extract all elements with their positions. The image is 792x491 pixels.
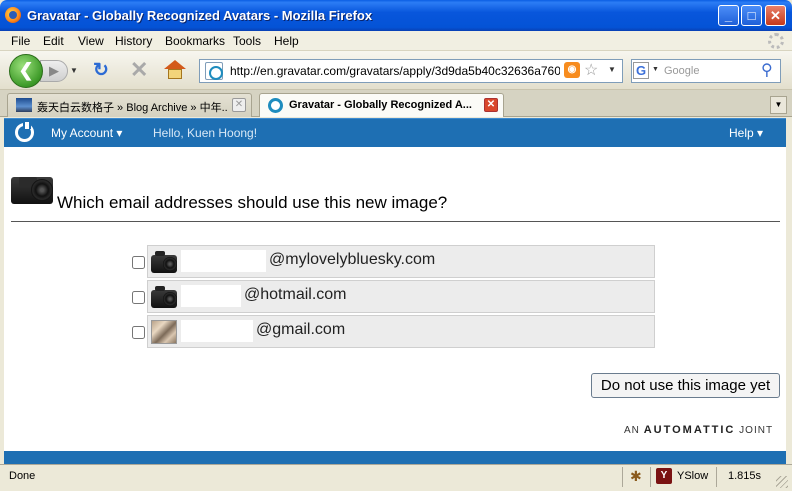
yslow-icon[interactable]: Y [656, 468, 672, 484]
minimize-button[interactable]: _ [718, 5, 739, 26]
throbber-icon [768, 33, 784, 49]
email-address: @mylovelybluesky.com [269, 251, 436, 268]
gravatar-favicon-icon [268, 98, 283, 113]
greeting-text: Hello, Kuen Hoong! [153, 126, 258, 140]
google-icon[interactable]: G [633, 62, 649, 79]
search-engine-dropdown-icon[interactable]: ▼ [652, 66, 659, 73]
tab-list-dropdown-icon[interactable]: ▼ [770, 96, 787, 114]
menu-file[interactable]: File [11, 34, 30, 48]
status-divider [622, 467, 623, 487]
gravatar-footer-bar [4, 451, 786, 464]
window-title-bar[interactable]: Gravatar - Globally Recognized Avatars -… [0, 0, 792, 31]
email-address: @gmail.com [256, 321, 346, 338]
url-input[interactable]: http://en.gravatar.com/gravatars/apply/3… [230, 64, 560, 78]
email-checkbox[interactable] [132, 291, 145, 304]
tab-label: 轰天白云数格子 » Blog Archive » 中年... [37, 102, 227, 114]
status-divider [650, 467, 651, 487]
photo-avatar-icon [151, 320, 177, 344]
heading-divider [11, 221, 780, 222]
resize-grip-icon[interactable] [776, 476, 788, 488]
magnifier-icon[interactable]: ⚲ [761, 60, 773, 80]
stop-icon[interactable]: ✕ [130, 57, 148, 83]
camera-avatar-icon [151, 250, 177, 274]
redacted-username [181, 285, 241, 307]
tab-close-icon[interactable]: ✕ [484, 98, 498, 112]
email-checkbox[interactable] [132, 326, 145, 339]
help-menu[interactable]: Help ▾ [729, 126, 763, 140]
home-icon[interactable] [164, 60, 186, 80]
menu-edit[interactable]: Edit [43, 34, 64, 48]
tab-label: Gravatar - Globally Recognized A... [289, 99, 472, 111]
automattic-footer-logo[interactable]: AN AUTOMATTIC JOINT [624, 424, 773, 436]
page-heading: Which email addresses should use this ne… [57, 193, 448, 212]
rss-icon[interactable]: ◉ [564, 62, 580, 78]
blog-favicon-icon [16, 98, 32, 112]
forward-button[interactable]: ▶ [40, 60, 68, 82]
do-not-use-image-button[interactable]: Do not use this image yet [591, 373, 780, 398]
back-button[interactable]: ❮ [9, 54, 43, 88]
site-identity-icon[interactable] [205, 62, 223, 80]
close-button[interactable]: ✕ [765, 5, 786, 26]
redacted-username [181, 320, 253, 342]
menu-help[interactable]: Help [274, 34, 299, 48]
status-divider [716, 467, 717, 487]
reload-icon[interactable]: ↻ [93, 59, 109, 82]
camera-avatar-icon [151, 285, 177, 309]
firebug-icon[interactable]: ✱ [630, 468, 642, 485]
history-dropdown-icon[interactable]: ▼ [70, 66, 78, 75]
tab-close-icon[interactable]: ✕ [232, 98, 246, 112]
my-account-menu[interactable]: My Account ▾ [51, 126, 122, 140]
tab-blog[interactable]: 轰天白云数格子 » Blog Archive » 中年... ✕ [7, 93, 252, 117]
maximize-button[interactable]: □ [741, 5, 762, 26]
status-text: Done [9, 470, 36, 482]
redacted-username [181, 250, 266, 272]
menu-bar: File Edit View History Bookmarks Tools H… [0, 31, 792, 51]
menu-view[interactable]: View [78, 34, 104, 48]
bookmark-star-icon[interactable]: ☆ [584, 60, 598, 80]
gravatar-logo-icon[interactable] [15, 122, 34, 142]
yslow-label[interactable]: YSlow [677, 470, 708, 482]
camera-image-icon [11, 169, 53, 205]
menu-history[interactable]: History [115, 34, 152, 48]
firefox-icon [5, 7, 21, 23]
email-checkbox[interactable] [132, 256, 145, 269]
menu-tools[interactable]: Tools [233, 34, 261, 48]
url-dropdown-icon[interactable]: ▼ [608, 65, 616, 74]
status-bar [0, 464, 792, 491]
window-title: Gravatar - Globally Recognized Avatars -… [27, 8, 373, 23]
email-address: @hotmail.com [244, 286, 347, 303]
load-time: 1.815s [728, 470, 762, 482]
menu-bookmarks[interactable]: Bookmarks [165, 34, 225, 48]
search-input[interactable]: Google [664, 65, 699, 77]
tab-gravatar[interactable]: Gravatar - Globally Recognized A... ✕ [259, 93, 504, 117]
